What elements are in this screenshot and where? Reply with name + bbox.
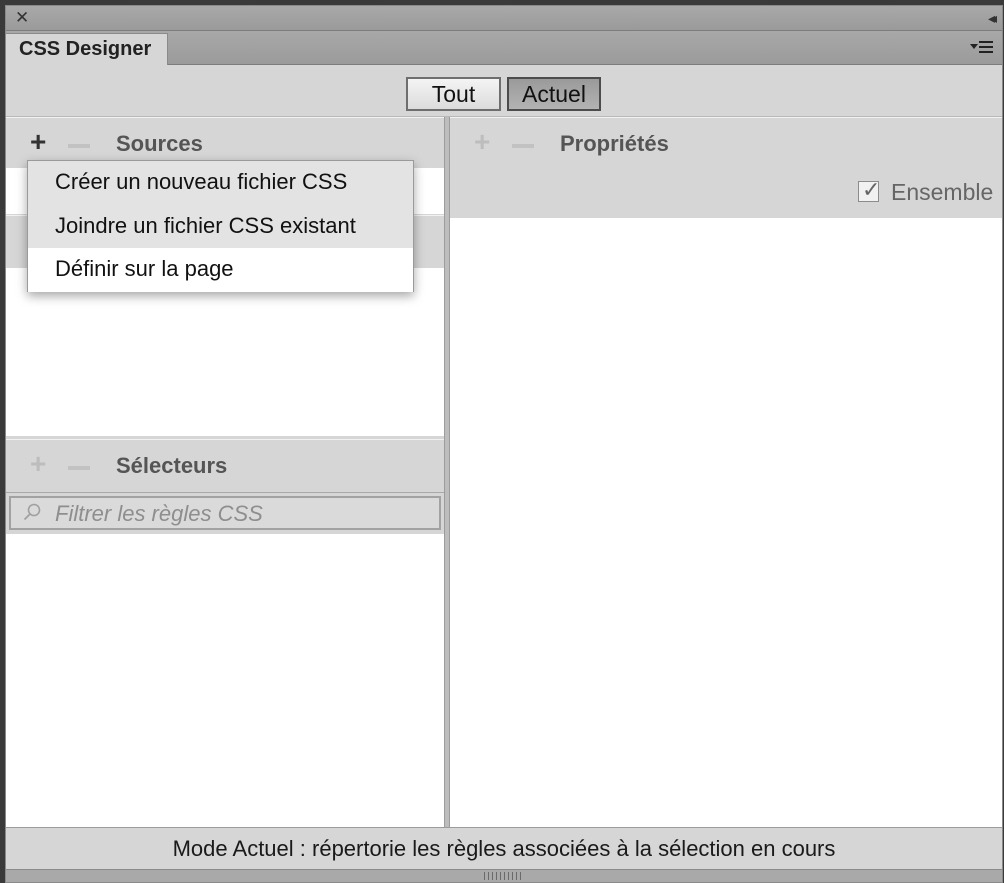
- filter-area: Filtrer les règles CSS: [7, 493, 444, 533]
- media-list: [6, 268, 444, 436]
- close-icon[interactable]: ✕: [15, 8, 29, 28]
- ensemble-bar: ✓ Ensemble: [450, 168, 1002, 218]
- tab-bar: CSS Designer: [6, 31, 1002, 65]
- tout-button[interactable]: Tout: [406, 77, 501, 111]
- tab-css-designer[interactable]: CSS Designer: [6, 33, 168, 65]
- properties-list: [450, 218, 1002, 827]
- panel-menu-icon[interactable]: [970, 38, 994, 56]
- css-designer-panel: ✕ ◂◂ CSS Designer Tout Actuel + Sources …: [5, 5, 1003, 883]
- remove-property-button[interactable]: [512, 144, 534, 148]
- add-source-button[interactable]: +: [30, 128, 46, 156]
- filter-css-rules-input[interactable]: Filtrer les règles CSS: [9, 496, 441, 530]
- proprietes-title: Propriétés: [560, 131, 669, 156]
- remove-source-button[interactable]: [68, 144, 90, 148]
- menu-item-create-css[interactable]: Créer un nouveau fichier CSS: [28, 161, 413, 205]
- add-selector-button[interactable]: +: [30, 450, 46, 478]
- ensemble-label: Ensemble: [891, 179, 994, 205]
- resize-grip[interactable]: [6, 869, 1002, 882]
- sources-title: Sources: [116, 131, 203, 156]
- menu-item-attach-css[interactable]: Joindre un fichier CSS existant: [28, 205, 413, 249]
- collapse-double-arrow-icon[interactable]: ◂◂: [988, 8, 997, 28]
- add-property-button[interactable]: +: [474, 128, 490, 156]
- proprietes-header: + Propriétés: [450, 117, 1002, 169]
- grip-lines-icon: [484, 872, 522, 880]
- actuel-button[interactable]: Actuel: [507, 77, 601, 111]
- status-bar: Mode Actuel : répertorie les règles asso…: [6, 827, 1002, 870]
- remove-selector-button[interactable]: [68, 466, 90, 470]
- checkmark-icon: ✓: [862, 177, 881, 202]
- filter-placeholder: Filtrer les règles CSS: [55, 501, 263, 526]
- status-text: Mode Actuel : répertorie les règles asso…: [172, 836, 836, 861]
- panel-titlebar: ✕ ◂◂: [6, 6, 1002, 31]
- sources-add-menu: Créer un nouveau fichier CSS Joindre un …: [27, 160, 414, 292]
- selectors-list: [6, 534, 444, 827]
- selecteurs-header: + Sélecteurs: [6, 439, 444, 493]
- selecteurs-title: Sélecteurs: [116, 453, 228, 478]
- ensemble-checkbox[interactable]: ✓: [858, 177, 881, 202]
- search-icon: [23, 503, 41, 521]
- menu-item-define-on-page[interactable]: Définir sur la page: [28, 248, 413, 292]
- mode-toggle-bar: Tout Actuel: [6, 65, 1002, 117]
